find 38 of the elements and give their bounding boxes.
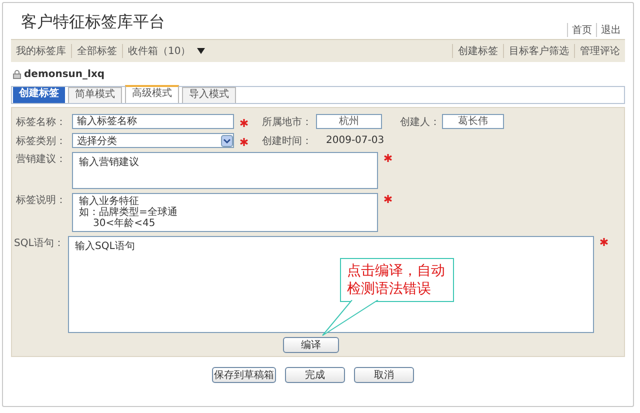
nav-link[interactable]: 我的标签库 xyxy=(11,44,71,58)
field-label: SQL语句： xyxy=(14,237,65,250)
nav-link[interactable]: 全部标签 xyxy=(71,44,122,58)
compile-button[interactable]: 编译 xyxy=(283,337,339,353)
form-button[interactable]: 完成 xyxy=(285,367,345,383)
page-title: 客户特征标签库平台 xyxy=(20,12,165,33)
username: demonsun_lxq xyxy=(24,68,105,80)
description-textarea[interactable]: 输入业务特征 如：品牌类型=全球通 30<年龄<45 xyxy=(72,193,378,232)
header-link[interactable]: 退出 xyxy=(596,23,625,37)
marketing-textarea[interactable]: 输入营销建议 xyxy=(72,152,378,189)
city-field[interactable]: 杭州 xyxy=(316,114,382,129)
mode-tab[interactable]: 导入模式 xyxy=(182,87,236,103)
section-label: 创建标签 xyxy=(13,87,65,103)
nav-link[interactable]: 创建标签 xyxy=(452,44,503,58)
created-date: 2009-07-03 xyxy=(326,135,384,146)
lock-icon xyxy=(13,70,21,78)
header-link[interactable]: 首页 xyxy=(567,23,596,37)
field-label: 创建人： xyxy=(400,116,441,128)
mode-tab[interactable]: 高级模式 xyxy=(125,85,179,103)
nav-link[interactable]: 管理评论 xyxy=(574,44,625,58)
nav-link[interactable]: 目标客户筛选 xyxy=(503,44,574,58)
hint-text: 30<年龄<45 xyxy=(92,218,156,229)
field-label: 创建时间： xyxy=(262,134,313,148)
creator-field[interactable]: 葛长伟 xyxy=(442,114,504,129)
category-dropdown[interactable]: 选择分类 xyxy=(72,133,234,148)
mode-tab[interactable]: 简单模式 xyxy=(68,87,122,103)
form-button[interactable]: 保存到草稿箱 xyxy=(212,367,276,383)
hint-text: 如：品牌类型=全球通 xyxy=(79,207,178,218)
field-label: 营销建议： xyxy=(16,152,67,166)
form-button[interactable]: 取消 xyxy=(354,367,414,383)
caret-icon xyxy=(196,48,205,54)
tag-name-field[interactable]: 输入标签名称 xyxy=(72,114,234,129)
field-label: 所属地市： xyxy=(262,116,313,128)
nav-link[interactable]: 收件箱（10） xyxy=(122,44,210,58)
field-label: 标签说明： xyxy=(16,194,67,207)
field-label: 标签类别： xyxy=(16,134,67,148)
hint-text: 输入业务特征 xyxy=(79,196,139,207)
field-label: 标签名称： xyxy=(16,116,67,128)
